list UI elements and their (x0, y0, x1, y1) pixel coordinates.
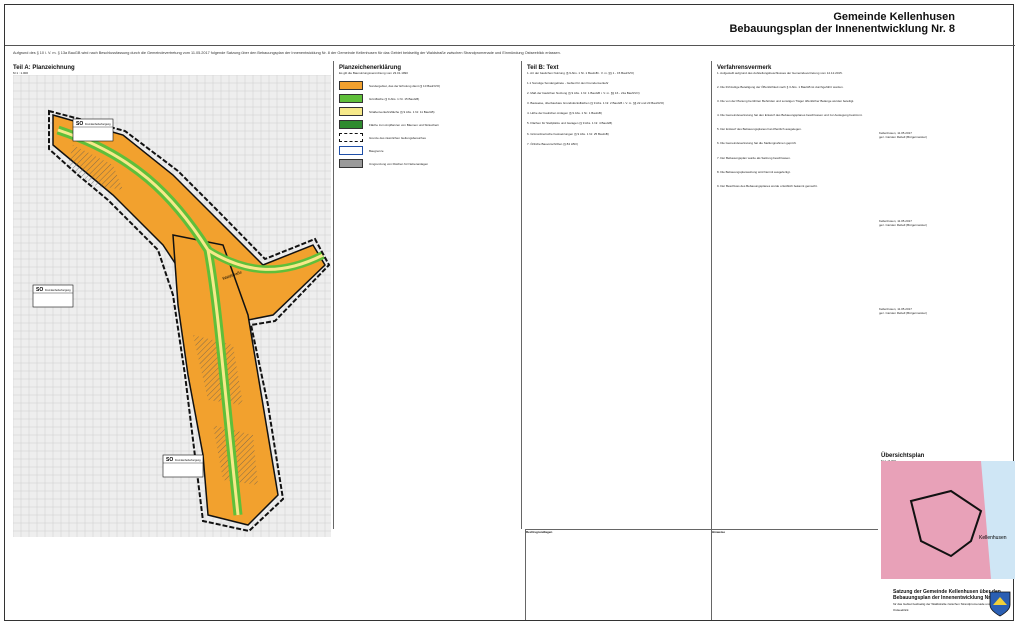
plan-sheet: Gemeinde Kellenhusen Bebauungsplan der I… (4, 4, 1015, 621)
municipality-crest-icon (989, 591, 1011, 617)
part-b-item: 3. Bauweise, überbaubare Grundstücksfläc… (527, 101, 665, 106)
legend-swatch (339, 159, 363, 169)
signature-row: Kellenhusen, 11.05.2017 gez. Carsten Reb… (879, 131, 1011, 139)
plan-map-svg: SO Fremdenbeherbergung SO Fremdenbeherbe… (13, 75, 331, 537)
municipality-title: Gemeinde Kellenhusen (833, 11, 955, 23)
divider-3 (711, 61, 712, 529)
zone-label-2-use: Fremdenbeherbergung (45, 289, 71, 292)
legend-label: Fläche zum Anpflanzen von Bäumen und Str… (369, 122, 440, 127)
legend-swatch (339, 94, 363, 104)
zone-label-2-code: SO (36, 287, 43, 293)
legend-column: Es gilt die Baunutzungsverordnung vom 23… (339, 71, 517, 521)
legend-label: Sondergebiet, das der Erholung dient (§ … (369, 83, 441, 88)
plan-map[interactable]: SO Fremdenbeherbergung SO Fremdenbeherbe… (13, 75, 331, 537)
signature-role: gez. Carsten Rebell (Bürgermeister) (879, 311, 928, 316)
signature-row: Kellenhusen, 11.05.2017 gez. Carsten Reb… (879, 307, 1011, 315)
zone-label-3-use: Fremdenbeherbergung (175, 459, 201, 462)
legend-swatch (339, 120, 363, 130)
legend-label: Baugrenze (369, 148, 384, 153)
procedure-item: 3. Die von der Planung berührten Behörde… (717, 99, 855, 104)
legend-item: Straßenverkehrsfläche (§ 9 Abs. 1 Nr. 11… (339, 105, 517, 118)
part-b-item: 5. Flächen für Stellplätze und Garagen (… (527, 121, 613, 126)
legal-heading: Rechtsgrundlagen (526, 530, 553, 534)
procedure-item: 2. Die frühzeitige Beteiligung der Öffen… (717, 85, 844, 90)
title-block: Gemeinde Kellenhusen Bebauungsplan der I… (729, 11, 955, 35)
zone-label-1: SO Fremdenbeherbergung (72, 118, 114, 142)
procedure-item: 1. Aufgestellt aufgrund des Aufstellungs… (717, 71, 843, 75)
part-b-item: 1. Art der baulichen Nutzung (§ 9 Abs. 1… (527, 71, 634, 75)
legend-item: Grünfläche (§ 9 Abs. 1 Nr. 15 BauGB) (339, 92, 517, 105)
hints-heading: Hinweise (712, 530, 726, 534)
part-b-column: 1. Art der baulichen Nutzung (§ 9 Abs. 1… (527, 71, 705, 521)
legend-swatch (339, 146, 363, 156)
zone-label-1-code: SO (76, 121, 83, 127)
part-b-item: 1.1 Sonstige Sondergebiete - Gebiet für … (527, 81, 609, 86)
overview-map[interactable]: Kellenhusen (881, 461, 1015, 579)
legend-item: Sondergebiet, das der Erholung dient (§ … (339, 79, 517, 92)
procedure-item: 7. Der Bebauungsplan wurde als Satzung b… (717, 155, 791, 160)
legend-item: Fläche zum Anpflanzen von Bäumen und Str… (339, 118, 517, 131)
part-b-item: 4. Höhe der baulichen Anlagen (§ 9 Abs. … (527, 111, 602, 116)
part-b-item: 7. Örtliche Bauvorschriften (§ 84 LBO) (527, 141, 578, 146)
procedure-item: 8. Die Bebauungsplansatzung wird hiermit… (717, 169, 791, 174)
preamble-text: Aufgrund des § 10 i. V. m. § 13a BauGB w… (13, 51, 561, 55)
signature-column: Kellenhusen, 11.05.2017 gez. Carsten Reb… (879, 71, 1011, 451)
signature-row: Kellenhusen, 11.05.2017 gez. Carsten Reb… (879, 219, 1011, 227)
overview-place-label: Kellenhusen (979, 535, 1007, 541)
legend-label: Umgrenzung von Flächen für Nebenanlagen (369, 161, 429, 166)
procedure-column: 1. Aufgestellt aufgrund des Aufstellungs… (717, 71, 875, 451)
procedure-item: 9. Der Beschluss des Bebauungsplanes wur… (717, 183, 818, 188)
part-a-heading: Teil A: Planzeichnung M 1 : 1.000 (13, 65, 75, 75)
legal-basis-box: Rechtsgrundlagen (525, 529, 712, 620)
legend-item: Baugrenze (339, 144, 517, 157)
zone-label-2: SO Fremdenbeherbergung (32, 284, 74, 308)
header-divider (5, 45, 1015, 46)
legend-subtitle: Es gilt die Baunutzungsverordnung vom 23… (339, 71, 408, 75)
legend-item: Grenze des räumlichen Geltungsbereiches (339, 131, 517, 144)
divider-1 (333, 61, 334, 529)
part-b-item: 2. Maß der baulichen Nutzung (§ 9 Abs. 1… (527, 91, 640, 96)
zone-label-3-code: SO (166, 457, 173, 463)
divider-2 (521, 61, 522, 529)
legend-swatch (339, 81, 363, 91)
procedure-item: 6. Die Gemeindevertretung hat die Stellu… (717, 141, 797, 146)
legend-item: Umgrenzung von Flächen für Nebenanlagen (339, 157, 517, 170)
zone-label-3: SO Fremdenbeherbergung (162, 454, 204, 478)
part-b-item: 6. Grünordnerische Festsetzungen (§ 9 Ab… (527, 131, 609, 136)
overview-map-svg: Kellenhusen (881, 461, 1015, 579)
hints-box: Hinweise (711, 529, 878, 620)
signature-role: gez. Carsten Rebell (Bürgermeister) (879, 135, 928, 140)
legend-label: Straßenverkehrsfläche (§ 9 Abs. 1 Nr. 11… (369, 109, 435, 114)
legend-swatch (339, 107, 363, 117)
procedure-item: 5. Der Entwurf des Bebauungsplanes hat ö… (717, 127, 802, 132)
procedure-item: 4. Die Gemeindevertretung hat den Entwur… (717, 113, 863, 118)
plan-title: Bebauungsplan der Innenentwicklung Nr. 8 (729, 23, 955, 35)
legend-label: Grenze des räumlichen Geltungsbereiches (369, 135, 426, 140)
plan-header: Gemeinde Kellenhusen Bebauungsplan der I… (5, 5, 1015, 49)
legend-swatch (339, 133, 363, 143)
zone-label-1-use: Fremdenbeherbergung (85, 123, 111, 126)
legend-label: Grünfläche (§ 9 Abs. 1 Nr. 15 BauGB) (369, 96, 420, 101)
signature-role: gez. Carsten Rebell (Bürgermeister) (879, 223, 928, 228)
